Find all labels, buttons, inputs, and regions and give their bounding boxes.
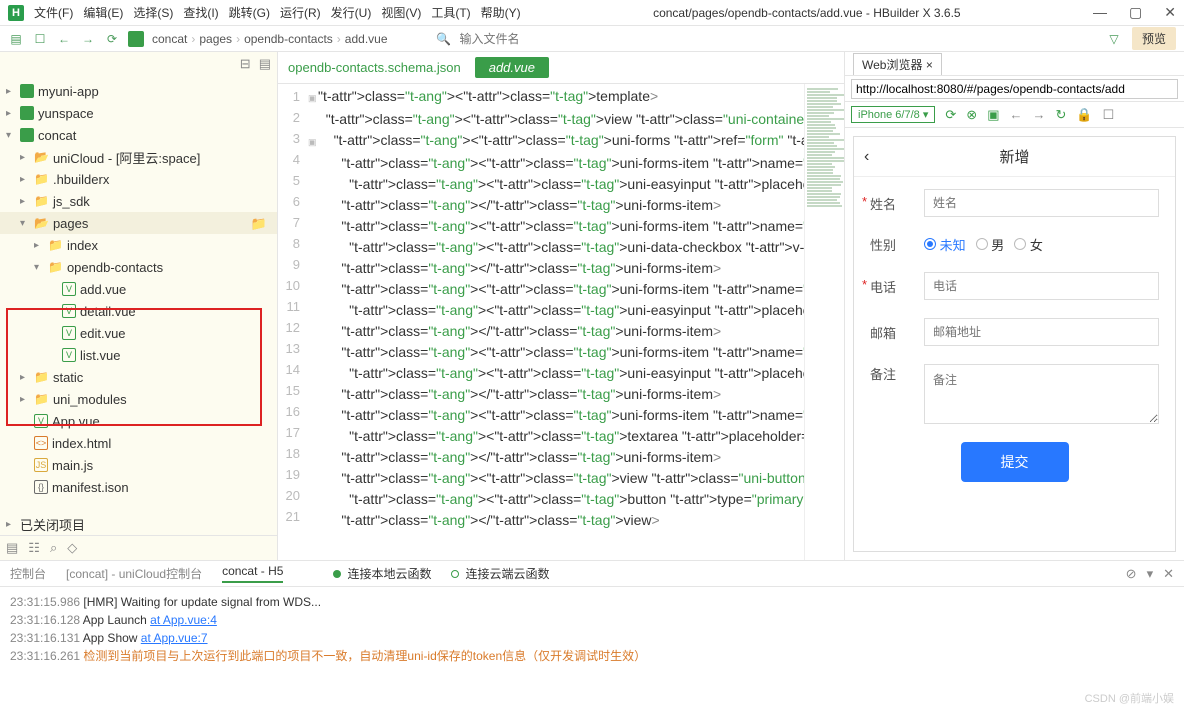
screenshot-icon[interactable]: ▣ xyxy=(987,107,999,123)
tree-node[interactable]: ▸📂 uniCloud - [阿里云:space] xyxy=(0,146,277,168)
forward-icon[interactable]: → xyxy=(80,31,96,47)
refresh2-icon[interactable]: ↻ xyxy=(1055,107,1066,123)
page-title: 新增 xyxy=(999,146,1029,167)
console-tab-h5[interactable]: concat - H5 xyxy=(222,564,283,583)
tree-node[interactable]: ▸📁 uni_modules xyxy=(0,388,277,410)
radio-unknown[interactable]: 未知 xyxy=(924,235,966,254)
tree-node[interactable]: V App.vue xyxy=(0,410,277,432)
app-logo: H xyxy=(8,5,24,21)
tree-node[interactable]: ▾📂 pages xyxy=(0,212,277,234)
input-phone[interactable] xyxy=(924,272,1159,300)
toolbar: ▤ ☐ ← → ⟳ concat› pages› opendb-contacts… xyxy=(0,26,1184,52)
close-icon[interactable]: ✕ xyxy=(1164,4,1176,21)
search-panel-icon[interactable]: ⌕ xyxy=(50,540,57,556)
input-remark[interactable] xyxy=(924,364,1159,424)
browser-panel: Web浏览器 × iPhone 6/7/8 ▾ ⟳ ⊗ ▣ ← → ↻ 🔒 ☐ … xyxy=(844,52,1184,560)
console-close-icon[interactable]: ✕ xyxy=(1163,566,1174,582)
tree-node[interactable]: V add.vue xyxy=(0,278,277,300)
menu-item[interactable]: 查找(I) xyxy=(183,4,218,21)
new-project-icon[interactable]: ▤ xyxy=(8,31,24,47)
menu-item[interactable]: 选择(S) xyxy=(133,4,173,21)
url-input[interactable] xyxy=(851,79,1178,99)
tree-node[interactable]: ▾📁 opendb-contacts xyxy=(0,256,277,278)
preview-button[interactable]: 预览 xyxy=(1132,27,1176,50)
max-icon[interactable]: ▢ xyxy=(1129,4,1142,21)
reload-icon[interactable]: ⟳ xyxy=(945,107,956,123)
console-clear-icon[interactable]: ⊘ xyxy=(1126,566,1137,582)
close-tab-icon[interactable]: × xyxy=(926,58,933,72)
nav-back-icon[interactable]: ← xyxy=(1009,107,1022,122)
input-name[interactable] xyxy=(924,189,1159,217)
collapse-icon[interactable]: ⊟ xyxy=(240,56,251,72)
tree-node[interactable]: V detail.vue xyxy=(0,300,277,322)
back-button[interactable]: ‹ xyxy=(864,148,869,166)
project-icon[interactable] xyxy=(128,31,144,47)
save-icon[interactable]: ☐ xyxy=(32,31,48,47)
tree-node[interactable]: ▾ concat xyxy=(0,124,277,146)
console-tab-main[interactable]: 控制台 xyxy=(10,565,46,582)
menu-item[interactable]: 跳转(G) xyxy=(229,4,270,21)
minimap[interactable] xyxy=(804,84,844,560)
radio-female[interactable]: 女 xyxy=(1014,235,1043,254)
menu-item[interactable]: 发行(U) xyxy=(331,4,372,21)
tree-node[interactable]: V list.vue xyxy=(0,344,277,366)
tree-node[interactable]: {} manifest.ison xyxy=(0,476,277,498)
menubar: H 文件(F) 编辑(E) 选择(S) 查找(I) 跳转(G) 运行(R) 发行… xyxy=(0,0,1184,26)
file-search-input[interactable] xyxy=(460,32,580,46)
console-panel: 控制台 [concat] - uniCloud控制台 concat - H5 连… xyxy=(0,560,1184,710)
label-name: 姓名 xyxy=(870,194,914,213)
label-gender: 性别 xyxy=(870,235,914,254)
breadcrumb: concat› pages› opendb-contacts› add.vue xyxy=(152,32,388,46)
min-icon[interactable]: — xyxy=(1093,4,1107,21)
layout-icon[interactable]: ▤ xyxy=(6,540,18,556)
label-remark: 备注 xyxy=(870,364,914,383)
window-title: concat/pages/opendb-contacts/add.vue - H… xyxy=(653,6,961,20)
filter-icon[interactable]: ▽ xyxy=(1106,31,1122,47)
devtool-icon[interactable]: ⊗ xyxy=(966,107,977,123)
console-icon[interactable]: ☷ xyxy=(28,540,40,556)
console-tab-unicloud[interactable]: [concat] - uniCloud控制台 xyxy=(66,565,202,582)
tree-node[interactable]: ▸ myuni-app xyxy=(0,80,277,102)
menu-item[interactable]: 工具(T) xyxy=(431,4,470,21)
menu-item[interactable]: 文件(F) xyxy=(34,4,73,21)
tree-node[interactable]: ▸📁 static xyxy=(0,366,277,388)
refresh-icon[interactable]: ⟳ xyxy=(104,31,120,47)
back-icon[interactable]: ← xyxy=(56,31,72,47)
editor: opendb-contacts.schema.json add.vue 1234… xyxy=(278,52,844,560)
project-sidebar: ⊟ ▤ ▸ myuni-app▸ yunspace▾ concat▸📂 uniC… xyxy=(0,52,278,560)
nav-fwd-icon[interactable]: → xyxy=(1032,107,1045,122)
closed-projects[interactable]: 已关闭项目 xyxy=(20,515,85,534)
lock-icon[interactable]: 🔒 xyxy=(1076,107,1092,123)
tree-node[interactable]: ▸📁 index xyxy=(0,234,277,256)
radio-male[interactable]: 男 xyxy=(976,235,1005,254)
browser-tab[interactable]: Web浏览器 × xyxy=(853,53,942,75)
search-icon[interactable]: 🔍 xyxy=(436,31,452,47)
copyright: CSDN @前端小娱 xyxy=(1085,690,1174,706)
label-email: 邮箱 xyxy=(870,323,914,342)
tree-node[interactable]: V edit.vue xyxy=(0,322,277,344)
device-select[interactable]: iPhone 6/7/8 ▾ xyxy=(851,106,935,123)
console-min-icon[interactable]: ▾ xyxy=(1147,566,1154,582)
db-icon[interactable]: ◇ xyxy=(67,540,77,556)
tree-node[interactable]: ▸ yunspace xyxy=(0,102,277,124)
label-phone: 电话 xyxy=(870,277,914,296)
code-area[interactable]: ▣"t-attr">class="t-ang"><"t-attr">class=… xyxy=(308,84,804,560)
menu-item[interactable]: 帮助(Y) xyxy=(481,4,521,21)
phone-preview: ‹ 新增 姓名 性别 未知 男 女 电话 邮箱 备注 提交 xyxy=(853,136,1176,552)
expand-icon[interactable]: ▤ xyxy=(259,56,271,72)
tree-node[interactable]: ▸📁 js_sdk xyxy=(0,190,277,212)
input-email[interactable] xyxy=(924,318,1159,346)
submit-button[interactable]: 提交 xyxy=(961,442,1069,482)
bookmark-icon[interactable]: ☐ xyxy=(1103,107,1115,123)
menu-item[interactable]: 编辑(E) xyxy=(83,4,123,21)
menu-item[interactable]: 运行(R) xyxy=(280,4,321,21)
tree-node[interactable]: <> index.html xyxy=(0,432,277,454)
tab-schema[interactable]: opendb-contacts.schema.json xyxy=(288,60,461,75)
menu-item[interactable]: 视图(V) xyxy=(381,4,421,21)
tree-node[interactable]: ▸📁 .hbuilderx xyxy=(0,168,277,190)
tab-addvue[interactable]: add.vue xyxy=(475,57,549,78)
tree-node[interactable]: JS main.js xyxy=(0,454,277,476)
